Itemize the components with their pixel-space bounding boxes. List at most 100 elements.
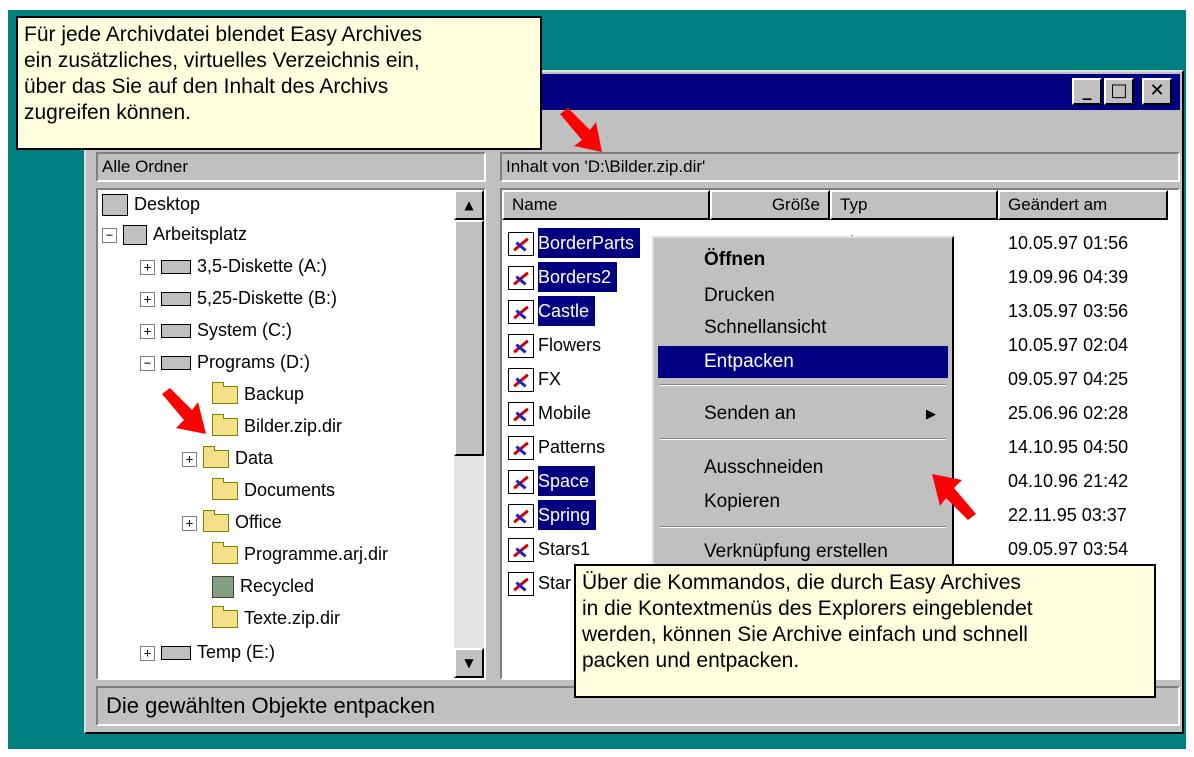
tree-item-arbeitsplatz[interactable]: − Arbeitsplatz	[102, 220, 247, 248]
tree-item-drive-e[interactable]: + Temp (E:)	[140, 638, 275, 666]
tree-item-drive-a[interactable]: +3,5-Diskette (A:)	[140, 252, 327, 280]
image-file-icon	[508, 504, 534, 529]
column-header-name[interactable]: Name	[502, 190, 710, 220]
image-file-icon	[508, 470, 534, 495]
column-header-type[interactable]: Typ	[830, 190, 998, 220]
tree-item-data[interactable]: + Data	[182, 444, 273, 472]
file-row-star[interactable]: Star	[508, 568, 571, 598]
image-file-icon	[508, 402, 534, 427]
tree-item-office[interactable]: + Office	[182, 508, 282, 536]
file-row-borders2[interactable]: Borders2	[508, 262, 618, 292]
arrow-icon	[162, 388, 206, 434]
column-header-date[interactable]: Geändert am	[998, 190, 1168, 220]
image-file-icon	[508, 300, 534, 325]
tree-scrollbar[interactable]: ▲ ▼	[454, 190, 484, 678]
callout-top: Für jede Archivdatei blendet Easy Archiv…	[16, 16, 542, 150]
menu-item-ausschneiden[interactable]: Ausschneiden	[658, 452, 948, 484]
file-date: 19.09.96 04:39	[1008, 267, 1129, 287]
expand-icon[interactable]: +	[140, 645, 155, 661]
tree-item-desktop[interactable]: Desktop	[102, 190, 200, 218]
folder-icon	[212, 606, 238, 629]
folder-icon	[203, 446, 229, 469]
image-file-icon	[508, 368, 534, 393]
maximize-button[interactable]: □	[1104, 78, 1134, 105]
menu-item-kopieren[interactable]: Kopieren	[658, 486, 948, 518]
collapse-icon[interactable]: −	[102, 227, 117, 243]
hard-drive-icon	[161, 356, 191, 371]
hard-drive-icon	[161, 324, 191, 339]
menu-separator	[660, 438, 946, 440]
file-date: 09.05.97 04:25	[1008, 369, 1129, 389]
scroll-thumb[interactable]	[454, 220, 484, 456]
file-row-spring[interactable]: Spring	[508, 500, 597, 530]
recycle-bin-icon	[212, 576, 234, 599]
tree-item-drive-d[interactable]: − Programs (D:)	[140, 348, 310, 376]
file-row-patterns[interactable]: Patterns	[508, 432, 605, 462]
scroll-up-button[interactable]: ▲	[454, 190, 484, 220]
file-date: 10.05.97 01:56	[1008, 233, 1129, 253]
file-row-space[interactable]: Space	[508, 466, 596, 496]
folder-icon	[212, 478, 238, 501]
desktop-icon	[102, 194, 128, 217]
expand-icon[interactable]: +	[140, 259, 155, 275]
folder-icon	[203, 510, 229, 533]
tree-item-programme-arj-dir[interactable]: Programme.arj.dir	[212, 540, 388, 568]
tree-pane-header: Alle Ordner	[96, 152, 486, 182]
floppy-drive-icon	[161, 260, 191, 275]
menu-separator	[660, 526, 946, 528]
image-file-icon	[508, 334, 534, 359]
tree-item-recycled[interactable]: Recycled	[212, 572, 314, 600]
arrow-icon	[560, 108, 602, 152]
file-row-castle[interactable]: Castle	[508, 296, 596, 326]
menu-item-drucken[interactable]: Drucken	[658, 280, 948, 312]
folder-tree[interactable]: Desktop − Arbeitsplatz +3,5-Diskette (A:)…	[96, 188, 486, 680]
tree-item-documents[interactable]: Documents	[212, 476, 335, 504]
submenu-arrow-icon: ▶	[926, 406, 936, 421]
tree-item-drive-b[interactable]: +5,25-Diskette (B:)	[140, 284, 337, 312]
hard-drive-icon	[161, 646, 191, 661]
tree-item-drive-c[interactable]: + System (C:)	[140, 316, 292, 344]
image-file-icon	[508, 232, 534, 257]
minimize-button[interactable]: _	[1072, 78, 1102, 105]
folder-icon	[212, 382, 238, 405]
file-date: 25.06.96 02:28	[1008, 403, 1129, 423]
expand-icon[interactable]: +	[140, 291, 155, 307]
image-file-icon	[508, 572, 534, 597]
file-row-stars1[interactable]: Stars1	[508, 534, 590, 564]
open-folder-icon	[212, 414, 238, 437]
menu-item-senden-an[interactable]: Senden an ▶	[658, 398, 948, 430]
file-row-borderparts[interactable]: BorderParts	[508, 228, 641, 258]
menu-item-entpacken[interactable]: Entpacken	[658, 346, 948, 378]
file-row-mobile[interactable]: Mobile	[508, 398, 591, 428]
menu-item-oeffnen[interactable]: Öffnen	[658, 244, 948, 276]
file-date: 13.05.97 03:56	[1008, 301, 1129, 321]
file-row-fx[interactable]: FX	[508, 364, 561, 394]
menu-separator	[660, 384, 946, 386]
file-date: 22.11.95 03:37	[1008, 505, 1127, 525]
arrow-icon	[932, 474, 976, 520]
close-button[interactable]: ✕	[1142, 78, 1172, 105]
callout-bottom: Über die Kommandos, die durch Easy Archi…	[574, 564, 1156, 698]
collapse-icon[interactable]: −	[140, 355, 155, 371]
image-file-icon	[508, 436, 534, 461]
image-file-icon	[508, 538, 534, 563]
file-date: 09.05.97 03:54	[1008, 539, 1129, 559]
context-menu: Öffnen Drucken Schnellansicht Entpacken …	[652, 236, 954, 572]
expand-icon[interactable]: +	[182, 515, 197, 531]
expand-icon[interactable]: +	[140, 323, 155, 339]
image-file-icon	[508, 266, 534, 291]
tree-item-bilder-zip-dir[interactable]: Bilder.zip.dir	[212, 412, 342, 440]
scroll-down-button[interactable]: ▼	[454, 648, 484, 678]
file-row-flowers[interactable]: Flowers	[508, 330, 601, 360]
menu-item-schnellansicht[interactable]: Schnellansicht	[658, 312, 948, 344]
floppy-drive-icon	[161, 292, 191, 307]
file-date: 14.10.95 04:50	[1008, 437, 1129, 457]
tree-item-texte-zip-dir[interactable]: Texte.zip.dir	[212, 604, 340, 632]
expand-icon[interactable]: +	[182, 451, 197, 467]
file-date: 10.05.97 02:04	[1008, 335, 1129, 355]
folder-icon	[212, 542, 238, 565]
computer-icon	[123, 225, 147, 246]
tree-item-backup[interactable]: Backup	[212, 380, 304, 408]
list-pane-header: Inhalt von 'D:\Bilder.zip.dir'	[500, 152, 1180, 182]
column-header-size[interactable]: Größe	[710, 190, 830, 220]
